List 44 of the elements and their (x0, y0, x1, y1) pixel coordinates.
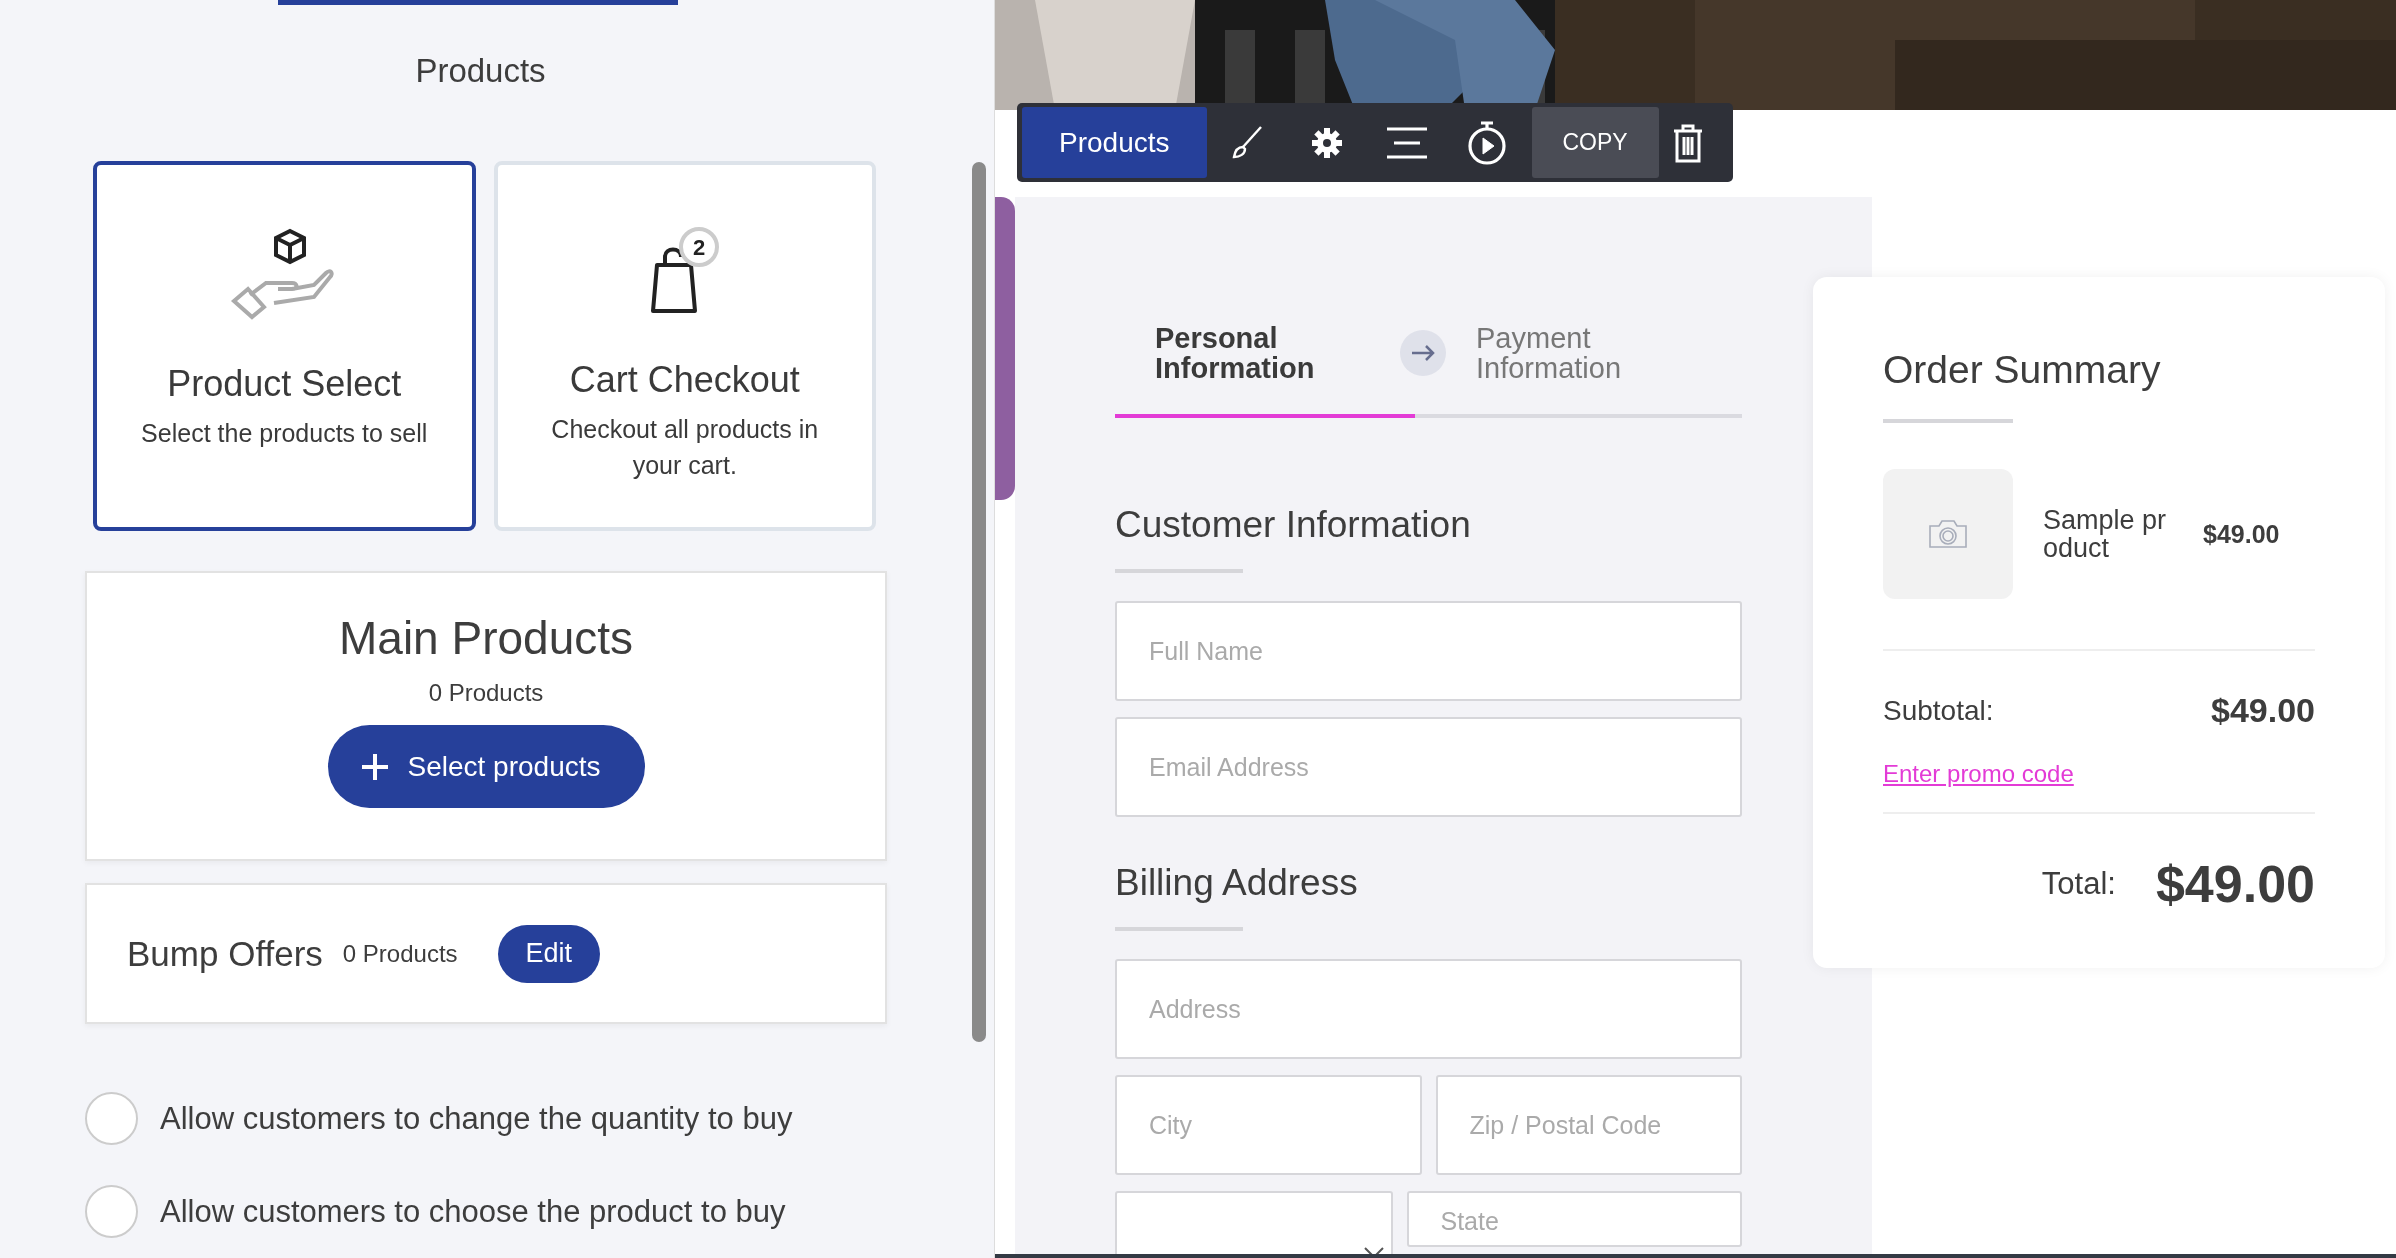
section-heading: Billing Address (1115, 861, 1359, 905)
timer-play-icon[interactable] (1465, 119, 1508, 166)
card-title: Product Select (167, 363, 402, 405)
input-field[interactable]: State (1406, 1191, 1742, 1247)
product-price: $49.00 (2203, 519, 2280, 549)
product-name: Sample pr oduct (2043, 506, 2168, 562)
input-field[interactable]: Email Address (1115, 717, 1742, 817)
promo-code-link[interactable]: Enter promo code (1883, 760, 2074, 788)
input-field[interactable]: City (1115, 1075, 1422, 1175)
select-products-button[interactable]: Select products (327, 725, 645, 808)
trash-icon[interactable] (1672, 122, 1703, 163)
total-label: Total: (2041, 866, 2116, 902)
card-title: Main Products (339, 611, 633, 665)
total-amount: $49.00 (2155, 854, 2315, 914)
camera-icon (1928, 519, 1968, 549)
edit-button[interactable]: Edit (497, 924, 601, 983)
option-label: Allow customers to choose the product to buy (160, 1193, 786, 1230)
step-tab[interactable]: Personal Information (1155, 323, 1355, 383)
card-title: Order Summary (1883, 347, 2162, 393)
arrow-right-icon (1400, 330, 1446, 376)
card-title: Bump Offers (127, 933, 323, 974)
element-label-button[interactable]: Products (1022, 107, 1207, 178)
product-count: 0 Products (428, 679, 544, 707)
option-label: Allow customers to change the quantity to buy (160, 1100, 793, 1137)
card-title: Cart Checkout (569, 359, 800, 401)
input-field[interactable]: Address (1115, 959, 1742, 1059)
subtotal-amount: $49.00 (2211, 691, 2315, 730)
option-card[interactable]: Product Select Select the products to sell (93, 161, 476, 531)
card-description: Select the products to sell (140, 418, 429, 449)
step-tab[interactable]: Payment Information (1476, 323, 1656, 383)
align-center-icon[interactable] (1384, 125, 1429, 160)
option-card[interactable]: 2 Cart Checkout Checkout all products in your cart. (493, 161, 876, 531)
subtotal-label: Subtotal: (1883, 694, 1994, 727)
copy-button[interactable]: COPY (1531, 107, 1659, 178)
card-description: Checkout all products in your cart. (550, 414, 820, 481)
radio-button[interactable] (85, 1185, 138, 1238)
input-field[interactable]: Full Name (1115, 601, 1742, 701)
scrollbar[interactable] (972, 162, 986, 1042)
radio-button[interactable] (85, 1092, 138, 1145)
product-count: 0 Products (342, 939, 458, 968)
input-field[interactable]: Zip / Postal Code (1435, 1075, 1742, 1175)
plus-icon (361, 753, 388, 780)
section-heading: Customer Information (1115, 503, 1472, 547)
section-title: Products (414, 51, 547, 91)
